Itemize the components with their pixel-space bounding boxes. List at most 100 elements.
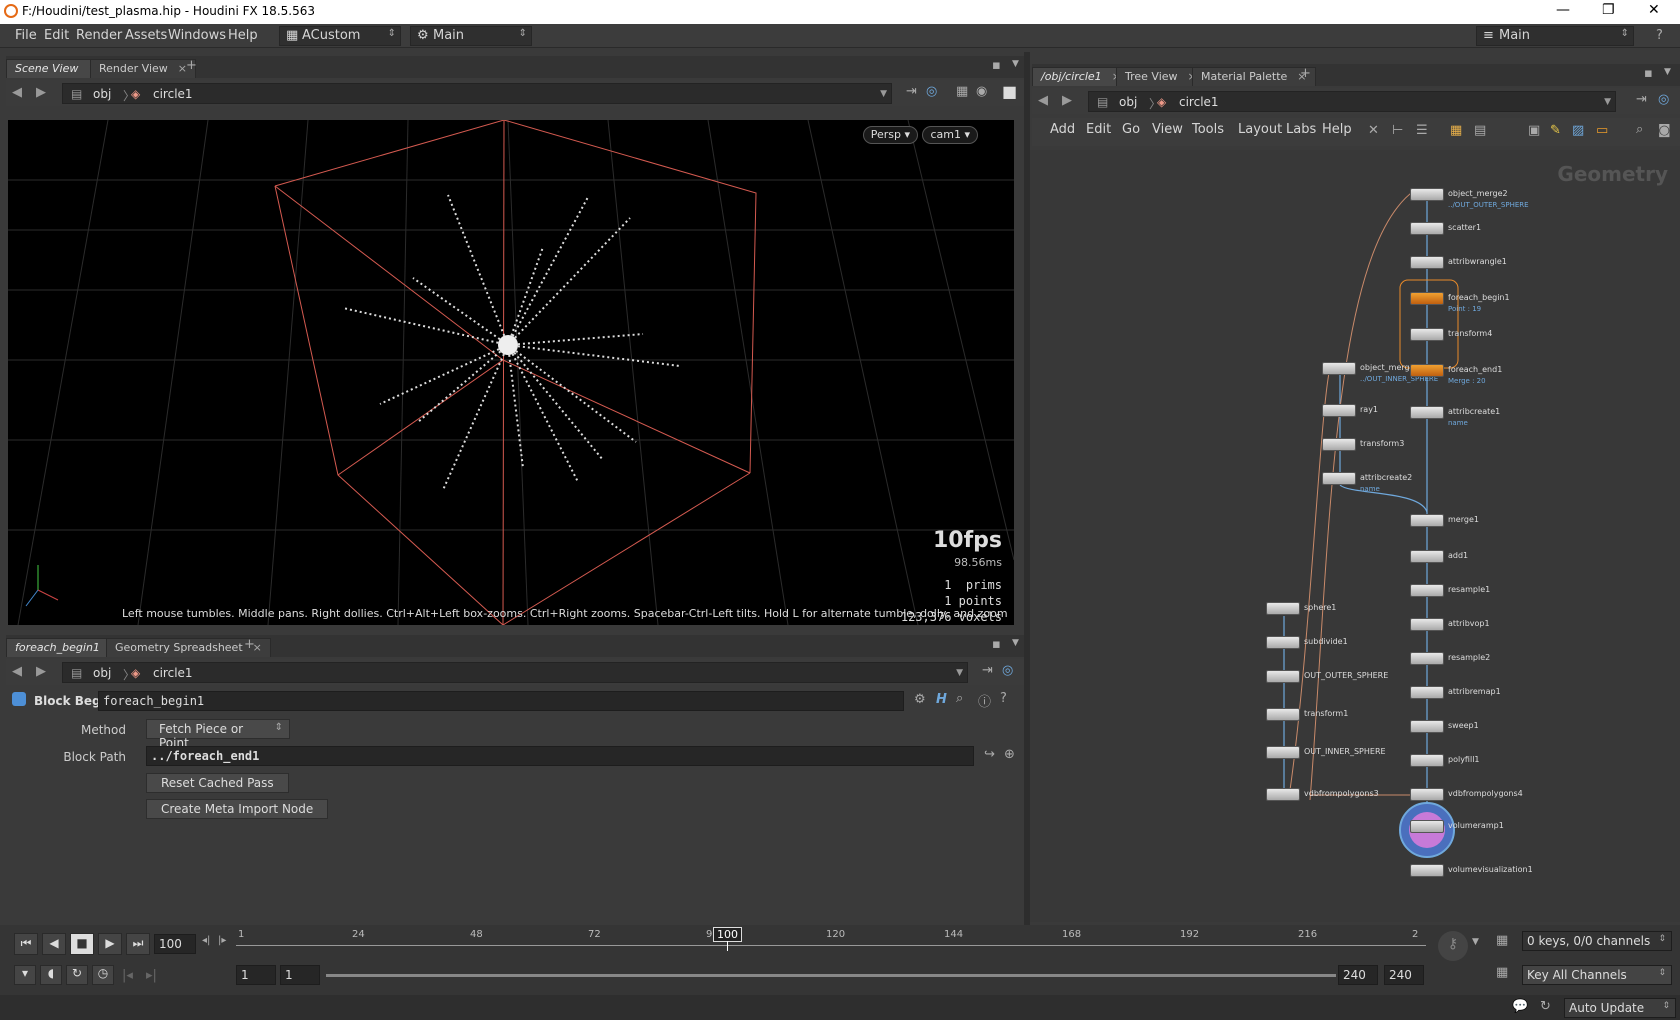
- net-menu-go[interactable]: Go: [1122, 122, 1140, 137]
- scene-path[interactable]: ▤ obj 〉 ◈ circle1 ▼: [62, 83, 892, 104]
- path-obj[interactable]: obj: [93, 666, 111, 680]
- network-node[interactable]: [1410, 364, 1444, 377]
- path-circle1[interactable]: circle1: [1179, 95, 1219, 109]
- persp-menu-button[interactable]: Persp ▾: [862, 126, 918, 144]
- network-node-label[interactable]: attribwrangle1: [1448, 257, 1507, 266]
- network-node-label[interactable]: subdivide1: [1304, 637, 1348, 646]
- camera-menu-button[interactable]: cam1 ▾: [922, 126, 978, 144]
- network-node[interactable]: [1410, 686, 1444, 699]
- thumbnails-icon[interactable]: ▤: [1474, 123, 1486, 138]
- network-node-label[interactable]: OUT_OUTER_SPHERE: [1304, 671, 1388, 680]
- gear-icon[interactable]: ⚙: [914, 692, 926, 707]
- network-node[interactable]: [1266, 670, 1300, 683]
- network-node[interactable]: [1322, 438, 1356, 451]
- pane-layout-icon[interactable]: ▪: [992, 58, 1001, 73]
- network-node-label[interactable]: OUT_INNER_SPHERE: [1304, 747, 1386, 756]
- network-node-label[interactable]: sphere1: [1304, 603, 1336, 612]
- range-slider[interactable]: [326, 974, 1336, 977]
- chevron-down-icon[interactable]: ▼: [1472, 937, 1479, 947]
- search-icon[interactable]: ⌕: [1636, 122, 1643, 137]
- pane-layout-icon[interactable]: ▪: [992, 637, 1001, 652]
- add-tab-icon[interactable]: +: [1300, 66, 1311, 81]
- network-node[interactable]: [1410, 406, 1444, 419]
- info-icon[interactable]: ⓘ: [978, 691, 991, 710]
- network-node[interactable]: [1410, 754, 1444, 767]
- method-dropdown[interactable]: Fetch Piece or Point ⇕: [146, 719, 290, 750]
- network-node[interactable]: [1410, 820, 1444, 833]
- desktop-selector[interactable]: ▦ ACustom ⇕: [279, 26, 401, 46]
- pane-menu-icon[interactable]: ▼: [1012, 638, 1019, 648]
- block-path-field[interactable]: ../foreach_end1: [146, 746, 974, 766]
- network-node[interactable]: [1322, 362, 1356, 375]
- back-icon[interactable]: ◀: [1038, 93, 1048, 108]
- last-frame-button[interactable]: ⏭: [126, 933, 150, 955]
- update-mode-dropdown[interactable]: Auto Update ⇕: [1564, 998, 1676, 1018]
- key-mode-dropdown[interactable]: Key All Channels ⇕: [1522, 965, 1672, 985]
- forward-icon[interactable]: ▶: [36, 664, 46, 679]
- network-node[interactable]: [1410, 550, 1444, 563]
- network-node-label[interactable]: merge1: [1448, 515, 1479, 524]
- network-node-label[interactable]: transform3: [1360, 439, 1404, 448]
- pane-layout-icon[interactable]: ▪: [1644, 66, 1653, 81]
- back-icon[interactable]: ◀: [12, 664, 22, 679]
- network-node-label[interactable]: foreach_begin1: [1448, 293, 1510, 302]
- network-node[interactable]: [1410, 788, 1444, 801]
- dopesheet-icon[interactable]: ▦: [1496, 933, 1508, 948]
- viewport-canvas[interactable]: [8, 120, 1014, 625]
- range-start-field[interactable]: 1: [236, 965, 276, 985]
- path-obj[interactable]: obj: [93, 87, 111, 101]
- channel-list-icon[interactable]: ▦: [1496, 965, 1508, 980]
- network-node-label[interactable]: vdbfrompolygons4: [1448, 789, 1523, 798]
- network-node-label[interactable]: attribcreate1: [1448, 407, 1500, 416]
- network-node[interactable]: [1410, 514, 1444, 527]
- network-node-label[interactable]: transform4: [1448, 329, 1492, 338]
- playback-start-field[interactable]: 1: [280, 965, 320, 985]
- key-icon[interactable]: ⚷: [1438, 931, 1468, 961]
- pane-menu-icon[interactable]: ▼: [1664, 67, 1671, 77]
- network-node[interactable]: [1266, 602, 1300, 615]
- net-menu-layout[interactable]: Layout: [1238, 122, 1282, 137]
- network-node[interactable]: [1410, 328, 1444, 341]
- display-options-icon[interactable]: ▦: [956, 84, 968, 99]
- close-button[interactable]: ✕: [1648, 2, 1660, 18]
- node-chooser-icon[interactable]: ⊕: [1004, 747, 1015, 762]
- network-node[interactable]: [1410, 618, 1444, 631]
- chat-icon[interactable]: 💬: [1512, 999, 1528, 1014]
- flags-icon[interactable]: ◙: [1658, 123, 1671, 138]
- network-node-label[interactable]: ray1: [1360, 405, 1378, 414]
- network-node-label[interactable]: foreach_end1: [1448, 365, 1502, 374]
- add-tab-icon[interactable]: +: [244, 637, 255, 652]
- refresh-icon[interactable]: ↻: [1540, 999, 1551, 1014]
- param-path[interactable]: ▤ obj 〉 ◈ circle1 ▼: [62, 662, 968, 683]
- sticky-note-icon[interactable]: ✎: [1550, 123, 1561, 138]
- network-node[interactable]: [1266, 746, 1300, 759]
- snapshot-icon[interactable]: ◉: [976, 84, 987, 99]
- step-forward-icon[interactable]: |▸: [218, 935, 226, 946]
- network-node[interactable]: [1410, 864, 1444, 877]
- network-node-label[interactable]: volumeramp1: [1448, 821, 1504, 830]
- network-node[interactable]: [1266, 636, 1300, 649]
- network-node-label[interactable]: sweep1: [1448, 721, 1479, 730]
- minimize-button[interactable]: —: [1556, 2, 1570, 18]
- net-menu-view[interactable]: View: [1152, 122, 1183, 137]
- node-name-field[interactable]: foreach_begin1: [98, 691, 904, 711]
- network-node-label[interactable]: volumevisualization1: [1448, 865, 1533, 874]
- link-icon[interactable]: ◎: [926, 84, 937, 99]
- help-icon[interactable]: ?: [1000, 691, 1007, 706]
- play-reverse-button[interactable]: ◀: [42, 933, 66, 955]
- jump-to-node-icon[interactable]: ↪: [984, 747, 995, 762]
- clock-icon[interactable]: ◷: [92, 965, 114, 985]
- menu-render[interactable]: Render: [76, 28, 122, 43]
- network-node[interactable]: [1410, 292, 1444, 305]
- link-icon[interactable]: ◎: [1658, 92, 1669, 107]
- network-path[interactable]: ▤ obj 〉 ◈ circle1 ▼: [1088, 91, 1616, 112]
- houdini-help-icon[interactable]: H: [936, 692, 947, 707]
- first-frame-button[interactable]: ⏮: [14, 933, 38, 955]
- path-circle1[interactable]: circle1: [153, 666, 193, 680]
- network-node-label[interactable]: transform1: [1304, 709, 1348, 718]
- pin-icon[interactable]: ⇥: [906, 84, 917, 99]
- network-node[interactable]: [1322, 404, 1356, 417]
- create-meta-import-node-button[interactable]: Create Meta Import Node: [146, 799, 329, 819]
- menu-edit[interactable]: Edit: [44, 28, 69, 43]
- network-node[interactable]: [1266, 708, 1300, 721]
